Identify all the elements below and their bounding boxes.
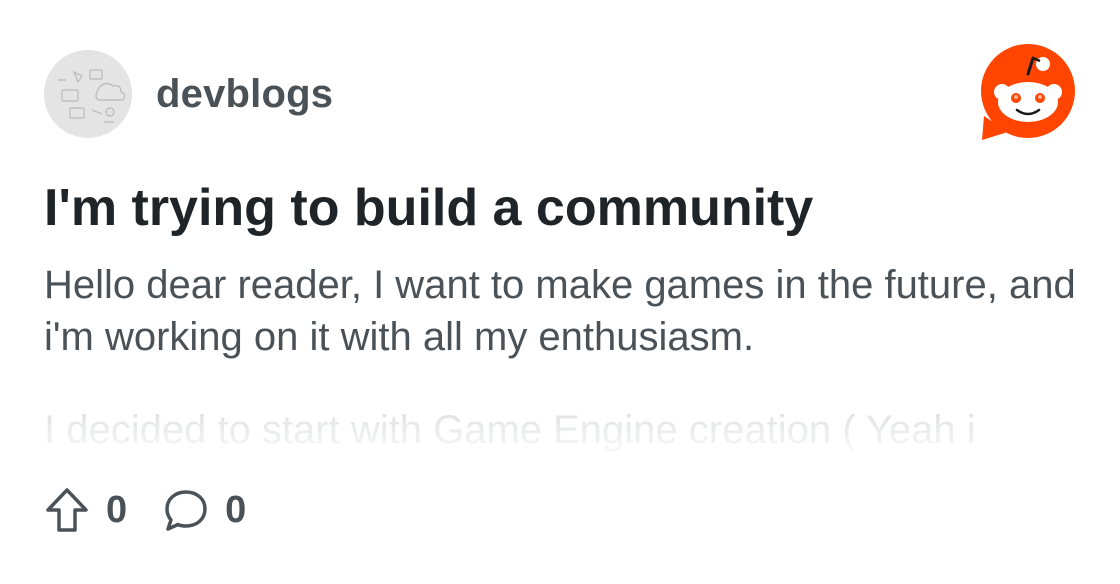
upvote-count: 0 — [106, 488, 128, 531]
post-card[interactable]: devblogs I'm trying to build a community — [0, 0, 1120, 584]
post-header: devblogs — [44, 50, 333, 138]
post-body: Hello dear reader, I want to make games … — [44, 263, 1076, 359]
reddit-logo-icon[interactable] — [978, 44, 1078, 144]
post-title[interactable]: I'm trying to build a community — [44, 176, 1084, 240]
subreddit-name[interactable]: devblogs — [156, 72, 333, 117]
comment-button[interactable]: 0 — [163, 487, 246, 533]
upvote-button[interactable]: 0 — [44, 487, 127, 533]
post-body-fade-preview: I decided to start with Game Engine crea… — [44, 408, 976, 452]
comment-count: 0 — [225, 488, 247, 531]
comment-bubble-icon — [165, 490, 207, 531]
upvote-arrow-icon — [46, 488, 88, 532]
post-actions: 0 0 — [44, 486, 282, 534]
avatar-illustration-icon — [44, 50, 132, 138]
subreddit-avatar[interactable] — [44, 50, 132, 138]
